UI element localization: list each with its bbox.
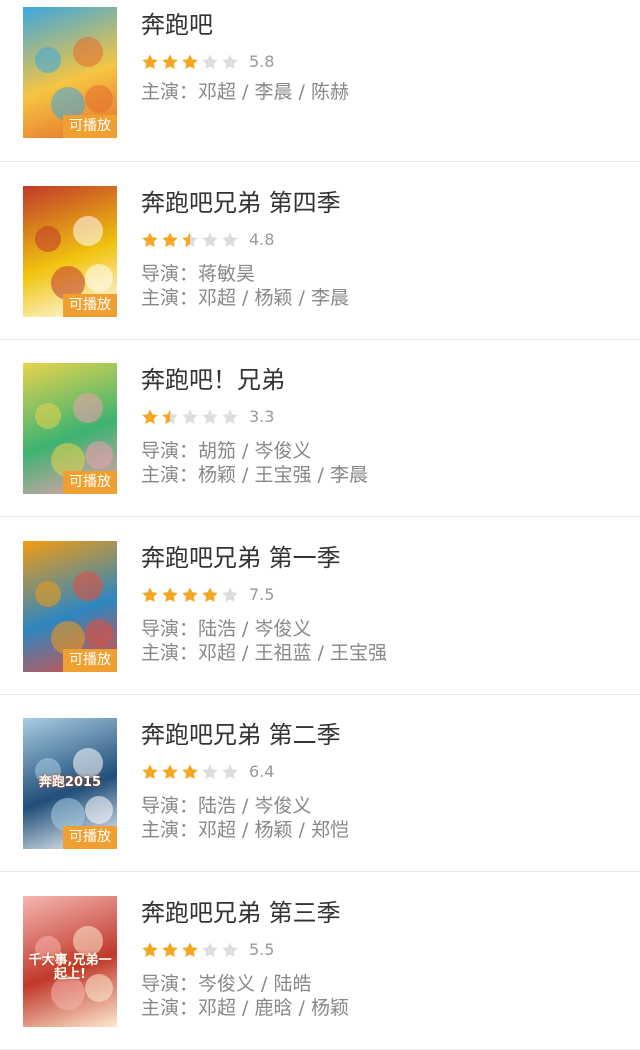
poster-figure xyxy=(73,926,103,956)
star-half-icon xyxy=(162,409,178,425)
star-rating xyxy=(141,586,239,604)
cast-line: 主演：邓超 / 杨颖 / 李晨 xyxy=(141,287,349,309)
poster-figure xyxy=(73,748,103,778)
list-item[interactable]: 可播放 奔跑吧！兄弟 3.3 导演：胡笳 / 岑俊义 主演：杨颖 / 王宝强 /… xyxy=(0,339,640,517)
star-full-icon xyxy=(162,764,178,780)
playable-badge: 可播放 xyxy=(63,649,117,672)
star-full-icon xyxy=(142,764,158,780)
director-line: 导演：蒋敏昊 xyxy=(141,263,256,285)
item-title[interactable]: 奔跑吧兄弟 第三季 xyxy=(141,898,341,928)
cast-line: 主演：杨颖 / 王宝强 / 李晨 xyxy=(141,464,368,486)
poster-figure xyxy=(35,47,61,73)
star-empty-icon xyxy=(202,764,218,780)
director-line: 导演：陆浩 / 岑俊义 xyxy=(141,618,312,640)
rating-row: 3.3 xyxy=(141,408,274,426)
rating-score: 7.5 xyxy=(249,585,275,604)
poster-thumbnail[interactable]: 可播放 xyxy=(23,186,117,317)
rating-row: 6.4 xyxy=(141,763,274,781)
star-full-icon xyxy=(142,942,158,958)
poster-headline: 奔跑2015 xyxy=(38,775,102,790)
poster-figure xyxy=(85,264,113,292)
star-empty-icon xyxy=(202,232,218,248)
item-title[interactable]: 奔跑吧 xyxy=(141,10,213,40)
star-empty-icon xyxy=(202,409,218,425)
rating-row: 7.5 xyxy=(141,586,274,604)
list-item[interactable]: 可播放 奔跑吧兄弟 第一季 7.5 导演：陆浩 / 岑俊义 主演：邓超 / 王祖… xyxy=(0,517,640,695)
poster-thumbnail[interactable]: 千大事,兄弟一起上! xyxy=(23,896,117,1027)
star-full-icon xyxy=(162,942,178,958)
item-title[interactable]: 奔跑吧兄弟 第一季 xyxy=(141,543,341,573)
list-item[interactable]: 千大事,兄弟一起上! 奔跑吧兄弟 第三季 5.5 导演：岑俊义 / 陆皓 主演：… xyxy=(0,872,640,1050)
rating-row: 5.5 xyxy=(141,941,274,959)
star-half-icon xyxy=(182,232,198,248)
item-title[interactable]: 奔跑吧兄弟 第二季 xyxy=(141,720,341,750)
star-rating xyxy=(141,231,239,249)
cast-line: 主演：邓超 / 杨颖 / 郑恺 xyxy=(141,819,349,841)
poster-thumbnail[interactable]: 可播放 xyxy=(23,541,117,672)
director-line: 导演：胡笳 / 岑俊义 xyxy=(141,440,312,462)
star-full-icon xyxy=(142,409,158,425)
poster-figure xyxy=(73,216,103,246)
star-full-icon xyxy=(162,54,178,70)
star-empty-icon xyxy=(222,764,238,780)
rating-score: 4.8 xyxy=(249,230,275,249)
director-line: 导演：陆浩 / 岑俊义 xyxy=(141,795,312,817)
star-full-icon xyxy=(142,54,158,70)
rating-score: 5.8 xyxy=(249,52,275,71)
star-empty-icon xyxy=(222,409,238,425)
poster-figure xyxy=(35,403,61,429)
poster-thumbnail[interactable]: 可播放 xyxy=(23,363,117,494)
star-empty-icon xyxy=(202,942,218,958)
star-rating xyxy=(141,408,239,426)
list-item[interactable]: 可播放 奔跑吧兄弟 第四季 4.8 导演：蒋敏昊 主演：邓超 / 杨颖 / 李晨 xyxy=(0,162,640,340)
poster-figure xyxy=(73,571,103,601)
rating-row: 5.8 xyxy=(141,53,274,71)
star-full-icon xyxy=(162,587,178,603)
item-title[interactable]: 奔跑吧兄弟 第四季 xyxy=(141,188,341,218)
star-empty-icon xyxy=(202,54,218,70)
star-full-icon xyxy=(162,232,178,248)
list-item[interactable]: 可播放 奔跑吧 5.8 主演：邓超 / 李晨 / 陈赫 xyxy=(0,0,640,162)
poster-figure xyxy=(85,85,113,113)
poster-figure xyxy=(85,619,113,647)
star-full-icon xyxy=(202,587,218,603)
list-item[interactable]: 奔跑2015 可播放 奔跑吧兄弟 第二季 6.4 导演：陆浩 / 岑俊义 主演：… xyxy=(0,694,640,872)
star-empty-icon xyxy=(222,942,238,958)
star-empty-icon xyxy=(222,54,238,70)
cast-line: 主演：邓超 / 李晨 / 陈赫 xyxy=(141,81,349,103)
star-empty-icon xyxy=(222,587,238,603)
star-empty-icon xyxy=(182,409,198,425)
poster-figure xyxy=(73,393,103,423)
rating-score: 5.5 xyxy=(249,940,275,959)
star-full-icon xyxy=(182,587,198,603)
cast-line: 主演：邓超 / 王祖蓝 / 王宝强 xyxy=(141,642,387,664)
poster-figure xyxy=(35,226,61,252)
poster-figure xyxy=(85,796,113,824)
rating-score: 3.3 xyxy=(249,407,275,426)
playable-badge: 可播放 xyxy=(63,826,117,849)
playable-badge: 可播放 xyxy=(63,115,117,138)
poster-figure xyxy=(85,441,113,469)
poster-thumbnail[interactable]: 可播放 xyxy=(23,7,117,138)
playable-badge: 可播放 xyxy=(63,471,117,494)
star-full-icon xyxy=(182,942,198,958)
star-empty-icon xyxy=(222,232,238,248)
item-title[interactable]: 奔跑吧！兄弟 xyxy=(141,365,285,395)
rating-score: 6.4 xyxy=(249,762,275,781)
star-full-icon xyxy=(142,587,158,603)
star-rating xyxy=(141,53,239,71)
star-full-icon xyxy=(142,232,158,248)
poster-figure xyxy=(35,581,61,607)
director-line: 导演：岑俊义 / 陆皓 xyxy=(141,973,312,995)
rating-row: 4.8 xyxy=(141,231,274,249)
playable-badge: 可播放 xyxy=(63,294,117,317)
star-full-icon xyxy=(182,54,198,70)
poster-headline: 千大事,兄弟一起上! xyxy=(28,953,112,982)
cast-line: 主演：邓超 / 鹿晗 / 杨颖 xyxy=(141,997,349,1019)
star-full-icon xyxy=(182,764,198,780)
poster-figure xyxy=(73,37,103,67)
star-rating xyxy=(141,941,239,959)
poster-thumbnail[interactable]: 奔跑2015 可播放 xyxy=(23,718,117,849)
star-rating xyxy=(141,763,239,781)
